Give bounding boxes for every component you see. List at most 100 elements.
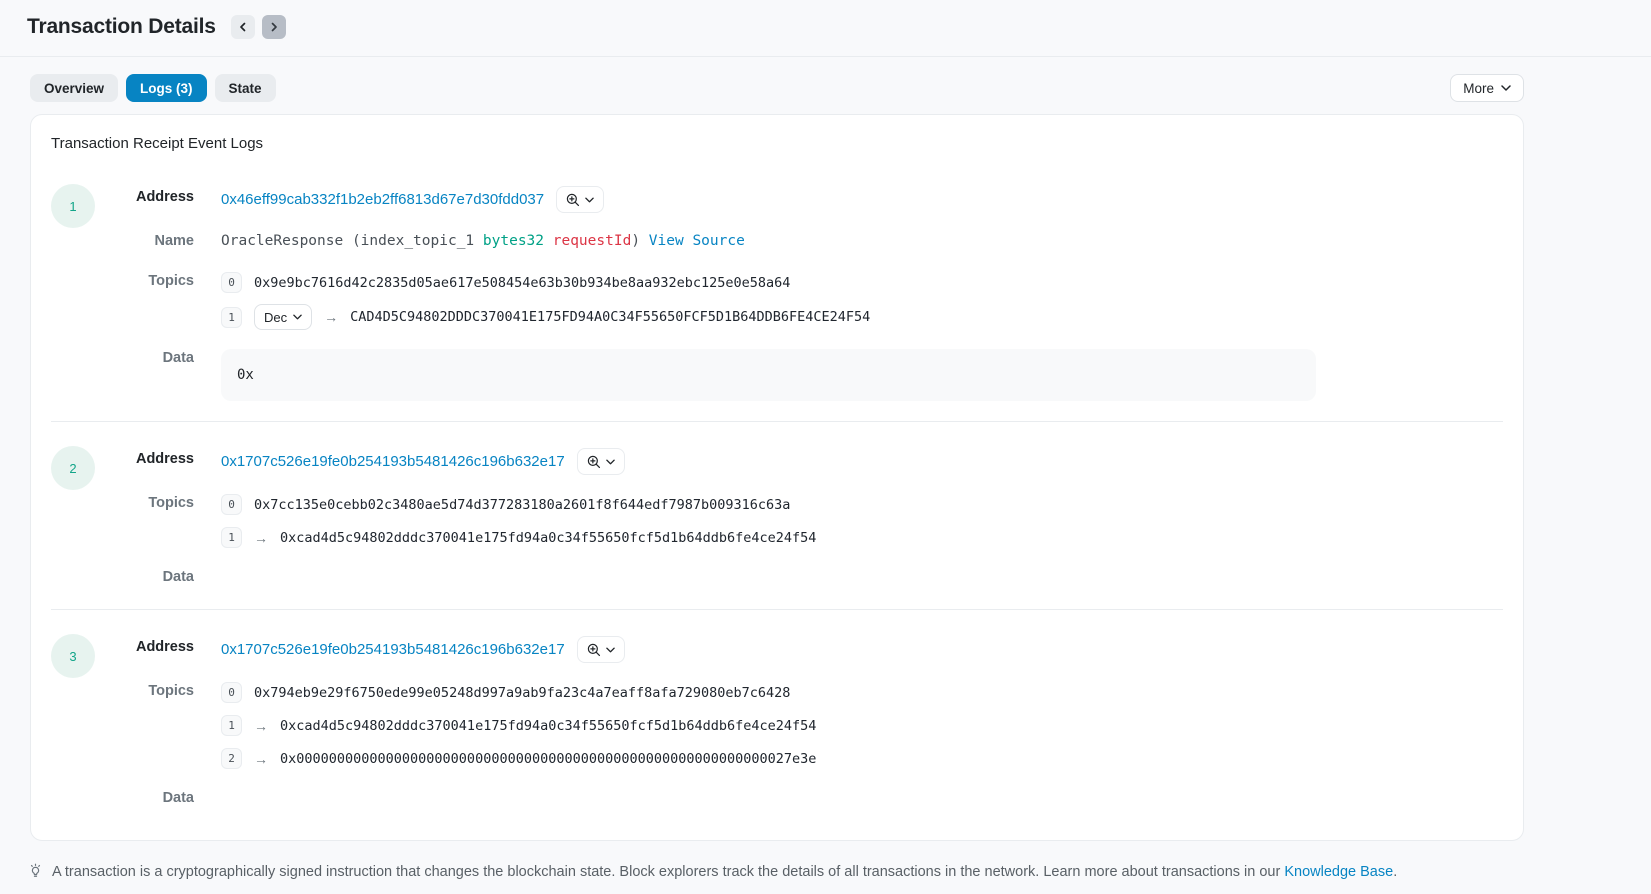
zoom-in-icon [587, 643, 601, 657]
topic-index-badge: 0 [221, 682, 242, 703]
log-entry: 3Address 0x1707c526e19fe0b254193b5481426c… [51, 609, 1503, 822]
signature-type-segment: bytes32 [483, 233, 544, 249]
topics-label: Topics [95, 492, 194, 515]
log-index-badge: 2 [51, 446, 95, 490]
content-wrap: Overview Logs (3) State More Transaction… [30, 74, 1524, 841]
decode-select-label: Dec [264, 310, 287, 325]
log-data-value: 0x [221, 349, 1316, 401]
next-transaction-button[interactable] [262, 15, 286, 39]
topic-index-badge: 1 [221, 715, 242, 736]
tab-state[interactable]: State [215, 74, 276, 102]
topic-value: 0x9e9bc7616d42c2835d05ae617e508454e63b30… [254, 275, 790, 291]
topic-index-badge: 2 [221, 748, 242, 769]
event-logs-list: 1Address0x46eff99cab332f1b2eb2ff6813d67e… [51, 172, 1503, 822]
footer-text-before: A transaction is a cryptographically sig… [52, 864, 1284, 880]
footer-text: A transaction is a cryptographically sig… [52, 864, 1397, 880]
event-signature: OracleResponse (index_topic_1 bytes32 re… [221, 230, 1503, 253]
topic-value: 0x794eb9e29f6750ede99e05248d997a9ab9fa23… [254, 685, 790, 701]
address-zoom-button[interactable] [556, 186, 604, 213]
topic-index-badge: 1 [221, 307, 242, 328]
zoom-in-icon [587, 455, 601, 469]
previous-transaction-button[interactable] [231, 15, 255, 39]
app-header: Transaction Details [0, 0, 1651, 57]
name-label: Name [95, 230, 194, 253]
log-address-link[interactable]: 0x1707c526e19fe0b254193b5481426c196b632e… [221, 450, 565, 473]
chevron-down-icon [1501, 85, 1511, 91]
log-index-badge: 1 [51, 184, 95, 228]
topic-index-badge: 0 [221, 272, 242, 293]
topic-row: 1 → 0xcad4d5c94802dddc370041e175fd94a0c34f… [221, 526, 1503, 549]
data-label: Data [95, 347, 194, 370]
topic-row: 2 → 0x000000000000000000000000000000000000… [221, 747, 1503, 770]
topic-value: 0xcad4d5c94802dddc370041e175fd94a0c34f55… [280, 718, 816, 734]
address-label: Address [95, 186, 194, 209]
log-data-row: Data [95, 787, 1503, 810]
log-address-row: Address 0x1707c526e19fe0b254193b5481426c1… [95, 636, 1503, 663]
view-source-link[interactable]: View Source [649, 233, 745, 249]
address-label: Address [95, 448, 194, 471]
topic-index-badge: 1 [221, 527, 242, 548]
tab-overview[interactable]: Overview [30, 74, 118, 102]
topic-index-badge: 0 [221, 494, 242, 515]
card-title: Transaction Receipt Event Logs [51, 135, 1503, 152]
topics-label: Topics [95, 680, 194, 703]
topic-row: 0 0x7cc135e0cebb02c3480ae5d74d377283180a2… [221, 493, 1503, 516]
log-name-row: Name OracleResponse (index_topic_1 bytes3… [95, 230, 1503, 253]
log-rows: Address 0x1707c526e19fe0b254193b5481426c1… [95, 446, 1503, 593]
topic-value: 0x7cc135e0cebb02c3480ae5d74d377283180a26… [254, 497, 790, 513]
tab-bar: Overview Logs (3) State More [30, 74, 1524, 102]
tab-group: Overview Logs (3) State [30, 74, 276, 102]
signature-plain-segment: ) [631, 233, 640, 249]
log-data-row: Data 0x [95, 347, 1503, 401]
chevron-right-icon [269, 22, 279, 32]
page-footer: A transaction is a cryptographically sig… [27, 863, 1651, 880]
topic-decode-select[interactable]: Dec [254, 304, 312, 330]
topic-value: 0x00000000000000000000000000000000000000… [280, 751, 816, 767]
topic-value: 0xcad4d5c94802dddc370041e175fd94a0c34f55… [280, 530, 816, 546]
more-label: More [1463, 81, 1494, 96]
log-rows: Address 0x46eff99cab332f1b2eb2ff6813d67e7… [95, 184, 1503, 405]
log-entry: 1Address0x46eff99cab332f1b2eb2ff6813d67e… [51, 172, 1503, 413]
signature-plain-segment: OracleResponse (index_topic_1 [221, 233, 483, 249]
footer-text-after: . [1393, 864, 1397, 880]
topic-value: CAD4D5C94802DDDC370041E175FD94A0C34F5565… [350, 309, 870, 325]
chevron-left-icon [238, 22, 248, 32]
arrow-right-icon: → [254, 751, 268, 767]
chevron-down-icon [606, 459, 615, 465]
log-topics-row: Topics 0 0x9e9bc7616d42c2835d05ae617e50845… [95, 270, 1503, 330]
log-rows: Address 0x1707c526e19fe0b254193b5481426c1… [95, 634, 1503, 814]
chevron-down-icon [606, 647, 615, 653]
log-address-link[interactable]: 0x46eff99cab332f1b2eb2ff6813d67e7d30fdd0… [221, 188, 544, 211]
lightbulb-icon [27, 863, 44, 880]
log-address-row: Address 0x46eff99cab332f1b2eb2ff6813d67e7… [95, 186, 1503, 213]
data-label: Data [95, 787, 194, 810]
address-zoom-button[interactable] [577, 636, 625, 663]
topic-row: 1 → 0xcad4d5c94802dddc370041e175fd94a0c34f… [221, 714, 1503, 737]
knowledge-base-link[interactable]: Knowledge Base [1284, 864, 1393, 880]
arrow-right-icon: → [254, 718, 268, 734]
topics-label: Topics [95, 270, 194, 293]
more-dropdown-button[interactable]: More [1450, 74, 1524, 102]
tab-logs[interactable]: Logs (3) [126, 74, 207, 102]
log-address-row: Address 0x1707c526e19fe0b254193b5481426c1… [95, 448, 1503, 475]
log-index-badge: 3 [51, 634, 95, 678]
arrow-right-icon: → [254, 530, 268, 546]
log-address-link[interactable]: 0x1707c526e19fe0b254193b5481426c196b632e… [221, 638, 565, 661]
log-topics-row: Topics 0 0x7cc135e0cebb02c3480ae5d74d37728… [95, 492, 1503, 549]
signature-param-segment: requestId [544, 233, 631, 249]
zoom-in-icon [566, 193, 580, 207]
topic-row: 1 Dec → CAD4D5C94802DDDC370041E175FD94A0C34… [221, 304, 1503, 330]
data-label: Data [95, 566, 194, 589]
logs-card: Transaction Receipt Event Logs 1Address0… [30, 114, 1524, 841]
log-data-row: Data [95, 566, 1503, 589]
chevron-down-icon [293, 314, 302, 320]
topic-row: 0 0x9e9bc7616d42c2835d05ae617e508454e63b3… [221, 271, 1503, 294]
topic-row: 0 0x794eb9e29f6750ede99e05248d997a9ab9fa2… [221, 681, 1503, 704]
address-zoom-button[interactable] [577, 448, 625, 475]
page-title: Transaction Details [27, 15, 216, 39]
chevron-down-icon [585, 197, 594, 203]
address-label: Address [95, 636, 194, 659]
arrow-right-icon: → [324, 309, 338, 325]
log-topics-row: Topics 0 0x794eb9e29f6750ede99e05248d997a9… [95, 680, 1503, 770]
log-entry: 2Address 0x1707c526e19fe0b254193b5481426c… [51, 421, 1503, 601]
